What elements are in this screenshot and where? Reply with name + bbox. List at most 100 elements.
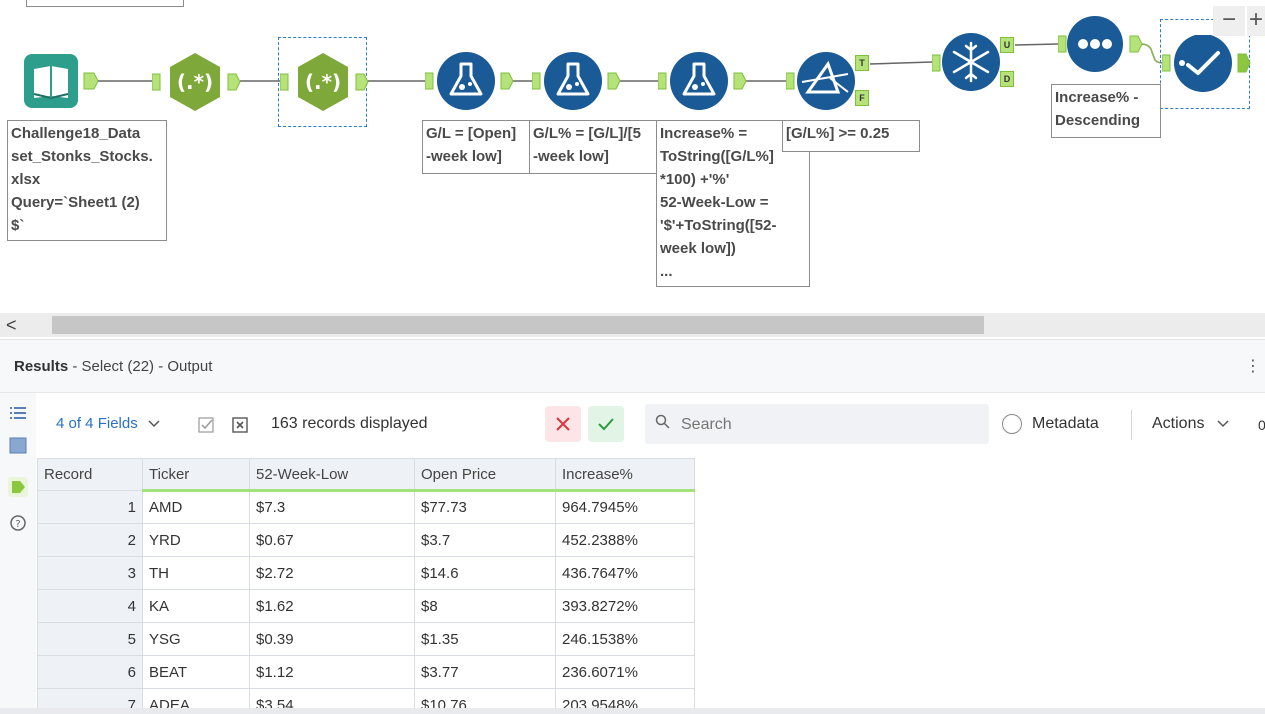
results-table: Record Ticker 52-Week-Low Open Price Inc… [37,458,695,708]
results-grid[interactable]: Record Ticker 52-Week-Low Open Price Inc… [37,458,1265,708]
header-record[interactable]: Record [37,458,143,491]
cell-52-week-low[interactable]: $3.54 [249,688,415,708]
fields-dropdown[interactable]: 4 of 4 Fields [56,415,160,432]
formula-tool-3[interactable] [657,52,750,117]
table-row[interactable]: 3 TH $2.72 $14.6 436.7647% [37,556,695,590]
records-count: 163 records displayed [271,415,428,432]
fields-label: 4 of 4 Fields [56,415,138,432]
input-annotation: Challenge18_Data set_Stonks_Stocks. xlsx… [7,120,167,241]
header-52-week-low[interactable]: 52-Week-Low [249,458,415,492]
results-toolbar: 4 of 4 Fields 163 records displayed Meta… [36,393,1265,455]
cell-ticker[interactable]: AMD [142,490,250,524]
cell-increase[interactable]: 964.7945% [555,490,695,524]
select-tool[interactable] [1161,34,1254,100]
scroll-left-arrow[interactable]: < [6,313,17,337]
cell-ticker[interactable]: BEAT [142,655,250,689]
search-input[interactable] [679,413,973,437]
cell-ticker[interactable]: YRD [142,523,250,557]
list-view-icon[interactable] [8,403,28,423]
sort-tool[interactable] [1057,16,1148,79]
sort-annotation: Increase% - Descending [1051,84,1161,138]
workflow-canvas[interactable]: (.*) (.*) T F U D − + Challenge18_Data s… [0,0,1265,313]
cell-record: 5 [37,622,143,656]
cell-52-week-low[interactable]: $1.62 [249,589,415,623]
table-row[interactable]: 5 YSG $0.39 $1.35 246.1538% [37,622,695,656]
results-header: Results - Select (22) - Output ⋮ [0,339,1265,393]
cell-record: 3 [37,556,143,590]
cancel-icon[interactable] [545,406,581,442]
output-anchor-icon[interactable] [8,477,28,497]
filter-true-port[interactable]: T [855,55,869,71]
cell-52-week-low[interactable]: $2.72 [249,556,415,590]
results-more-icon[interactable]: ⋮ [1245,356,1261,376]
zoom-in-button[interactable]: + [1247,6,1265,36]
input-data-tool[interactable] [24,54,99,113]
cell-ticker[interactable]: ADEA [142,688,250,708]
formula1-annotation: G/L = [Open] -week low] [422,120,532,174]
cell-52-week-low[interactable]: $7.3 [249,490,415,524]
cell-increase[interactable]: 452.2388% [555,523,695,557]
duplicate-port[interactable]: D [1000,71,1014,87]
table-row[interactable]: 7 ADEA $3.54 $10.76 203.9548% [37,688,695,708]
filter-annotation: [G/L%] >= 0.25 [782,120,920,152]
actions-dropdown[interactable]: Actions [1152,415,1229,433]
cell-increase[interactable]: 203.9548% [555,688,695,708]
cell-record: 6 [37,655,143,689]
formula-tool-1[interactable] [424,52,517,117]
cell-ticker[interactable]: KA [142,589,250,623]
results-title: Results - Select (22) - Output [14,358,212,375]
header-ticker[interactable]: Ticker [142,458,250,492]
table-row[interactable]: 6 BEAT $1.12 $3.77 236.6071% [37,655,695,689]
scroll-thumb[interactable] [52,316,984,334]
cell-increase[interactable]: 246.1538% [555,622,695,656]
formula-tool-2[interactable] [531,52,624,117]
cell-open-price[interactable]: $8 [414,589,556,623]
canvas-horizontal-scrollbar[interactable]: < [0,313,1265,337]
regex-tool-1[interactable]: (.*) [151,53,244,116]
svg-text:(.*): (.*) [177,70,213,94]
table-row[interactable]: 1 AMD $7.3 $77.73 964.7945% [37,490,695,524]
cell-record: 7 [37,688,143,708]
help-icon[interactable]: ? [8,513,28,533]
table-view-icon[interactable] [8,435,28,455]
header-open-price[interactable]: Open Price [414,458,556,492]
cell-52-week-low[interactable]: $1.12 [249,655,415,689]
cell-open-price[interactable]: $3.7 [414,523,556,557]
header-increase[interactable]: Increase% [555,458,695,492]
cell-open-price[interactable]: $77.73 [414,490,556,524]
formula2-annotation: G/L% = [G/L]/[5 -week low] [529,120,659,174]
toolbar-extra: 0 [1258,417,1265,433]
cell-increase[interactable]: 236.6071% [555,655,695,689]
unique-tool[interactable] [931,33,1004,98]
cell-open-price[interactable]: $10.76 [414,688,556,708]
zoom-out-button[interactable]: − [1213,6,1245,36]
cell-ticker[interactable]: TH [142,556,250,590]
svg-text:(.*): (.*) [305,70,341,94]
cell-open-price[interactable]: $14.6 [414,556,556,590]
cell-52-week-low[interactable]: $0.39 [249,622,415,656]
results-label: Results [14,358,69,375]
table-row[interactable]: 2 YRD $0.67 $3.7 452.2388% [37,523,695,557]
cell-record: 4 [37,589,143,623]
cell-52-week-low[interactable]: $0.67 [249,523,415,557]
cell-open-price[interactable]: $3.77 [414,655,556,689]
clear-box-icon[interactable] [232,416,250,439]
cell-increase[interactable]: 393.8272% [555,589,695,623]
metadata-radio[interactable] [1002,414,1022,434]
toolbar-divider [1131,410,1132,440]
metadata-label[interactable]: Metadata [1032,415,1099,433]
filter-false-port[interactable]: F [855,90,869,106]
cell-ticker[interactable]: YSG [142,622,250,656]
cell-open-price[interactable]: $1.35 [414,622,556,656]
search-icon [655,414,670,433]
search-box[interactable] [645,404,989,444]
cell-record: 1 [37,490,143,524]
edit-checkbox-icon[interactable] [198,416,216,439]
apply-check-icon[interactable] [588,406,624,442]
results-subtitle: - Select (22) - Output [68,358,213,375]
cell-increase[interactable]: 436.7647% [555,556,695,590]
unique-port[interactable]: U [1000,37,1014,53]
table-row[interactable]: 4 KA $1.62 $8 393.8272% [37,589,695,623]
regex-tool-2[interactable]: (.*) [279,53,372,116]
grid-horizontal-scrollbar[interactable] [0,708,1265,714]
